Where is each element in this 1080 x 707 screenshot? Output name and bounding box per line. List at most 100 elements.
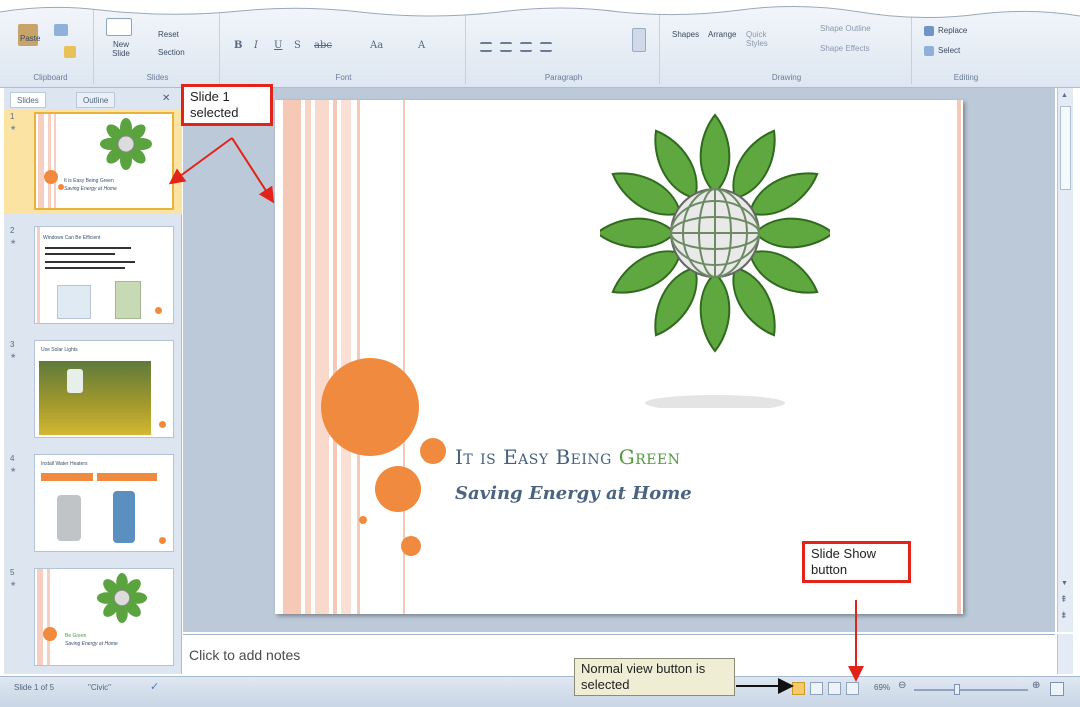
ribbon: Paste Clipboard New Slide Reset Section … xyxy=(0,0,1080,88)
scrollbar-thumb[interactable] xyxy=(1060,106,1071,190)
sunflower-globe-mini-icon xyxy=(97,573,147,623)
slide-show-button[interactable] xyxy=(846,682,859,695)
slides-pane: Slides Outline ✕ 1 ★ It is Easy Being Gr… xyxy=(4,88,182,674)
thumbnail-row-3[interactable]: 3 ★ Use Solar Lights xyxy=(4,338,182,442)
editing-label: Editing xyxy=(953,73,979,82)
thumbnail-row-1[interactable]: 1 ★ It is Easy Being Green Saving Energy… xyxy=(4,110,182,214)
slide-info: Slide 1 of 5 xyxy=(14,683,55,692)
thumbnail-number: 5 xyxy=(10,568,15,577)
solar-light-photo xyxy=(39,361,151,435)
water-heater-image xyxy=(113,491,135,543)
font-label: Font xyxy=(335,73,352,82)
underline-button[interactable]: U xyxy=(274,40,282,51)
next-slide-icon[interactable]: ⇟ xyxy=(1060,610,1068,621)
zoom-slider[interactable] xyxy=(914,689,1028,691)
select-button[interactable]: Select xyxy=(938,46,960,55)
thumbnail-slide-2[interactable]: Windows Can Be Efficient xyxy=(34,226,174,324)
thumbnail-slide-5[interactable]: Be Green Saving Energy at Home xyxy=(34,568,174,666)
bold-button[interactable]: B xyxy=(234,40,242,51)
notes-scrollbar[interactable] xyxy=(1057,634,1073,674)
callout-slide-show-button: Slide Show button xyxy=(802,541,911,583)
align-right-icon[interactable] xyxy=(520,42,532,52)
reset-button[interactable]: Reset xyxy=(158,30,179,39)
orange-circle xyxy=(375,466,421,512)
orange-circle xyxy=(401,536,421,556)
strikethrough-button[interactable]: abc xyxy=(314,40,332,51)
thumb5-title: Be Green xyxy=(65,633,87,639)
scroll-down-icon[interactable]: ▼ xyxy=(1061,580,1068,587)
torn-edge xyxy=(0,0,1080,19)
format-painter-icon[interactable] xyxy=(64,46,76,58)
section-button[interactable]: Section xyxy=(158,48,185,57)
thumb2-title: Windows Can Be Efficient xyxy=(43,235,101,241)
scroll-up-icon[interactable]: ▲ xyxy=(1061,92,1068,99)
water-heater-image xyxy=(57,495,81,541)
normal-view-button[interactable] xyxy=(792,682,805,695)
spell-check-icon[interactable]: ✓ xyxy=(150,680,159,693)
main-slide[interactable]: It is Easy Being Green Saving Energy at … xyxy=(275,100,963,614)
callout-slide1-selected: Slide 1 selected xyxy=(181,84,273,126)
slide-subtitle[interactable]: Saving Energy at Home xyxy=(455,483,692,504)
thumbnail-number: 2 xyxy=(10,226,15,235)
arrange-button[interactable]: Arrange xyxy=(708,30,736,39)
thumbnail-number: 4 xyxy=(10,454,15,463)
thumbnail-row-4[interactable]: 4 ★ Install Water Heaters xyxy=(4,452,182,556)
window-image xyxy=(115,281,141,319)
orange-circle xyxy=(359,516,367,524)
tab-outline[interactable]: Outline xyxy=(76,92,116,108)
tab-slides[interactable]: Slides xyxy=(10,92,46,108)
zoom-out-icon[interactable]: ⊖ xyxy=(898,680,906,691)
fit-to-window-icon[interactable] xyxy=(1050,682,1064,696)
slide-title[interactable]: It is Easy Being Green xyxy=(455,445,680,469)
theme-name: "Civic" xyxy=(88,683,112,692)
reading-view-button[interactable] xyxy=(828,682,841,695)
justify-icon[interactable] xyxy=(540,42,552,52)
thumbnail-slide-4[interactable]: Install Water Heaters xyxy=(34,454,174,552)
transition-icon: ★ xyxy=(10,125,17,132)
transition-icon: ★ xyxy=(10,581,17,588)
thumbnail-number: 3 xyxy=(10,340,15,349)
thumb3-title: Use Solar Lights xyxy=(41,347,78,353)
vertical-scrollbar[interactable]: ▲ ▼ ⇞ ⇟ xyxy=(1057,88,1073,632)
italic-button[interactable]: I xyxy=(254,40,258,51)
quick-styles-button[interactable]: Quick Styles xyxy=(746,30,776,48)
zoom-level[interactable]: 69% xyxy=(874,683,890,692)
sunflower-globe-mini-icon xyxy=(100,118,152,170)
clipboard-label: Clipboard xyxy=(33,73,68,82)
thumb1-subtitle: Saving Energy at Home xyxy=(64,186,117,192)
slide-sorter-view-button[interactable] xyxy=(810,682,823,695)
close-pane-icon[interactable]: ✕ xyxy=(162,93,170,104)
transition-icon: ★ xyxy=(10,239,17,246)
thumb5-subtitle: Saving Energy at Home xyxy=(65,641,118,647)
new-slide-button[interactable]: New Slide xyxy=(104,40,138,58)
paragraph-label: Paragraph xyxy=(544,73,583,82)
slide-title-part1: It is Easy Being xyxy=(455,445,619,469)
zoom-slider-thumb[interactable] xyxy=(954,684,960,695)
text-direction-icon[interactable] xyxy=(632,28,646,52)
center-icon[interactable] xyxy=(500,42,512,52)
sunflower-globe-icon xyxy=(600,113,830,408)
thumb4-title: Install Water Heaters xyxy=(41,461,88,467)
window-image xyxy=(57,285,91,319)
drawing-label: Drawing xyxy=(771,73,802,82)
thumbnail-row-5[interactable]: 5 ★ Be Green Saving Energy at Home xyxy=(4,566,182,670)
paste-button[interactable]: Paste xyxy=(20,34,40,43)
powerpoint-window: Paste Clipboard New Slide Reset Section … xyxy=(0,0,1080,707)
thumbnail-slide-1[interactable]: It is Easy Being Green Saving Energy at … xyxy=(34,112,174,210)
thumb1-title: It is Easy Being Green xyxy=(64,178,114,184)
thumbnail-number: 1 xyxy=(10,112,15,121)
slides-label: Slides xyxy=(146,73,169,82)
shape-effects-button[interactable]: Shape Effects xyxy=(820,44,870,53)
notes-placeholder[interactable]: Click to add notes xyxy=(189,647,300,663)
thumbnail-slide-3[interactable]: Use Solar Lights xyxy=(34,340,174,438)
font-color-button[interactable]: A xyxy=(418,40,425,51)
align-left-icon[interactable] xyxy=(480,42,492,52)
transition-icon: ★ xyxy=(10,467,17,474)
change-case-button[interactable]: Aa xyxy=(370,40,383,51)
previous-slide-icon[interactable]: ⇞ xyxy=(1060,594,1068,605)
thumbnail-row-2[interactable]: 2 ★ Windows Can Be Efficient xyxy=(4,224,182,328)
callout-normal-view: Normal view button is selected xyxy=(574,658,735,696)
shadow-button[interactable]: S xyxy=(294,40,301,51)
zoom-in-icon[interactable]: ⊕ xyxy=(1032,680,1040,691)
shapes-button[interactable]: Shapes xyxy=(672,30,699,39)
